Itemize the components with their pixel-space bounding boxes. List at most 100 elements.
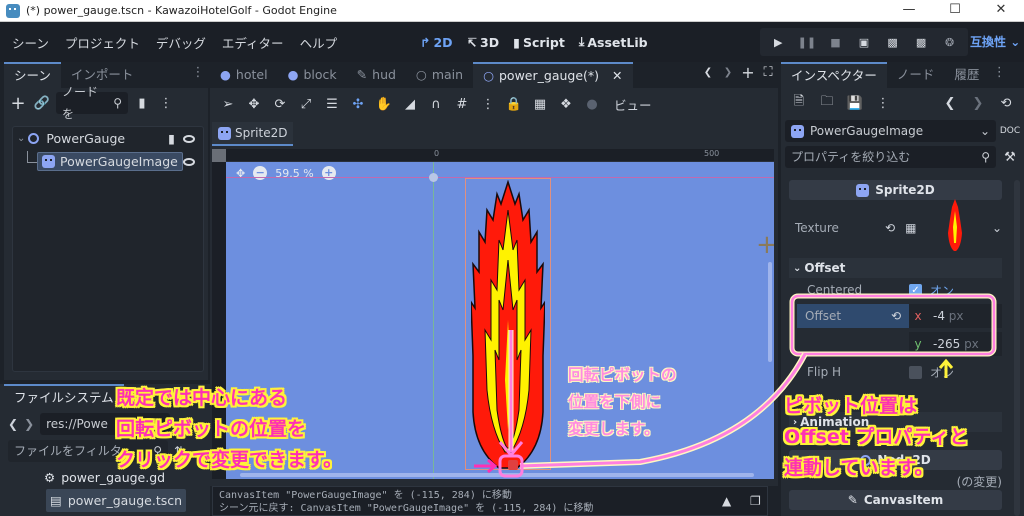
- play-icon[interactable]: ▶: [768, 36, 788, 49]
- play-scene-icon[interactable]: ▩: [883, 36, 903, 49]
- copy-output-icon[interactable]: ❐: [750, 494, 761, 508]
- maximize-button[interactable]: ☐: [932, 0, 978, 22]
- scene-tab-hotel[interactable]: ● hotel: [210, 62, 278, 88]
- horizontal-ruler[interactable]: 0 500: [226, 149, 774, 162]
- open-folder-icon[interactable]: 🗀: [817, 93, 837, 113]
- tab-history[interactable]: 履歴: [944, 62, 989, 88]
- tab-scroll-right-icon[interactable]: ❯: [718, 62, 738, 82]
- close-window-button[interactable]: ✕: [978, 0, 1024, 22]
- class-header-canvasitem[interactable]: ✎ CanvasItem: [789, 490, 1002, 510]
- pause-icon[interactable]: ❚❚: [797, 36, 817, 49]
- add-node-icon[interactable]: +: [8, 93, 28, 114]
- doc-icon[interactable]: DOC: [1000, 121, 1020, 141]
- centered-checkbox[interactable]: ✓: [909, 283, 922, 297]
- scene-tab-power-gauge[interactable]: ○ power_gauge(*) ✕: [473, 62, 633, 88]
- tab-filesystem[interactable]: ファイルシステム: [4, 384, 124, 410]
- back-icon[interactable]: ❮: [8, 417, 18, 431]
- renderer-select[interactable]: 互換性 ⌄: [970, 22, 1020, 62]
- close-tab-icon[interactable]: ✕: [612, 64, 622, 88]
- tree-item-powergauge[interactable]: ⌄ PowerGauge ▮: [13, 127, 203, 150]
- visibility-eye-icon[interactable]: [183, 134, 195, 143]
- object-selector[interactable]: PowerGaugeImage ⌄: [785, 120, 996, 142]
- history-back-icon[interactable]: ❮: [940, 93, 960, 113]
- save-icon[interactable]: 💾: [845, 93, 865, 113]
- movie-maker-icon[interactable]: ❂: [940, 36, 960, 49]
- tab-inspector[interactable]: インスペクター: [781, 62, 887, 88]
- remote-debug-icon[interactable]: ▣: [854, 36, 874, 49]
- workspace-assetlib-button[interactable]: ⤓ AssetLib: [579, 34, 648, 50]
- inspector-scrollbar[interactable]: [1014, 180, 1020, 516]
- tab-node[interactable]: ノード: [887, 62, 945, 88]
- pivot-tool-icon[interactable]: ✣: [348, 94, 368, 114]
- list-select-icon[interactable]: ☰: [322, 94, 342, 114]
- pan-tool-icon[interactable]: ✋: [374, 94, 394, 114]
- scene-tab-hud[interactable]: ✎ hud: [347, 62, 406, 88]
- reset-icon[interactable]: ⟲: [885, 221, 895, 235]
- visibility-eye-icon[interactable]: [183, 157, 195, 166]
- attach-script-icon[interactable]: ▮: [132, 93, 152, 113]
- view-menu-button[interactable]: ビュー: [614, 95, 652, 114]
- dock-menu-icon[interactable]: ⋮: [188, 62, 208, 82]
- menu-help[interactable]: ヘルプ: [292, 33, 346, 52]
- history-forward-icon[interactable]: ❯: [968, 93, 988, 113]
- class-header-sprite2d[interactable]: Sprite2D: [789, 180, 1002, 200]
- ruler-tool-icon[interactable]: ◢: [400, 94, 420, 114]
- recent-history-icon[interactable]: ⟲: [996, 93, 1016, 113]
- offset-y-field[interactable]: -265 px: [927, 332, 1002, 356]
- file-item-selected[interactable]: ▤ power_gauge.tscn: [46, 489, 186, 512]
- workspace-2d-button[interactable]: ↱ 2D: [420, 35, 453, 50]
- dock-menu-icon[interactable]: ⋮: [989, 62, 1009, 82]
- property-offset[interactable]: Offset ⟲ x -4 px: [797, 304, 1002, 328]
- forward-icon[interactable]: ❯: [24, 417, 34, 431]
- node-filter-input[interactable]: ノードを ⚲: [56, 85, 128, 121]
- menu-debug[interactable]: デバッグ: [148, 33, 214, 52]
- play-custom-scene-icon[interactable]: ▩: [911, 36, 931, 49]
- new-resource-icon[interactable]: 🗎: [789, 93, 809, 113]
- workspace-script-button[interactable]: ▮ Script: [513, 35, 565, 50]
- texture-options-icon[interactable]: ▦: [905, 221, 916, 235]
- menu-scene[interactable]: シーン: [4, 33, 57, 52]
- flip-h-checkbox[interactable]: [909, 365, 922, 379]
- rotate-tool-icon[interactable]: ⟳: [270, 94, 290, 114]
- property-filter-input[interactable]: プロパティを絞り込む ⚲: [785, 146, 996, 168]
- scale-tool-icon[interactable]: ⤢: [296, 94, 316, 114]
- bone-icon[interactable]: ❖: [556, 94, 576, 114]
- vertical-scrollbar[interactable]: [768, 262, 772, 362]
- texture-preview[interactable]: [948, 199, 963, 251]
- add-scene-tab-icon[interactable]: +: [738, 62, 758, 82]
- link-icon[interactable]: 🔗: [32, 93, 52, 113]
- scene-tab-block[interactable]: ● block: [278, 62, 347, 88]
- tree-item-powergaugeimage[interactable]: PowerGaugeImage: [13, 150, 203, 173]
- snap-options-icon[interactable]: ⋮: [478, 94, 498, 114]
- grid-snap-icon[interactable]: #: [452, 94, 472, 114]
- more-menu-icon[interactable]: ⋮: [873, 93, 893, 113]
- property-tools-icon[interactable]: ⚒: [1000, 147, 1020, 167]
- menu-project[interactable]: プロジェクト: [57, 33, 148, 52]
- select-tool-icon[interactable]: ➢: [218, 94, 238, 114]
- script-icon[interactable]: ▮: [168, 131, 175, 146]
- property-offset-y[interactable]: y -265 px: [909, 332, 1002, 356]
- distraction-free-icon[interactable]: ⛶: [758, 62, 778, 82]
- group-icon[interactable]: ▦: [530, 94, 550, 114]
- scene-tab-main[interactable]: ○ main: [406, 62, 473, 88]
- tab-scene[interactable]: シーン: [4, 62, 61, 88]
- tab-scroll-left-icon[interactable]: ❮: [698, 62, 718, 82]
- offset-x-field[interactable]: -4 px: [927, 304, 1002, 328]
- property-flip-h[interactable]: Flip H オン: [789, 362, 1002, 382]
- clear-output-icon[interactable]: ▲: [722, 494, 731, 508]
- lock-icon[interactable]: 🔒: [504, 94, 524, 114]
- chevron-down-icon[interactable]: ⌄: [992, 221, 1002, 235]
- pivot-marker[interactable]: [508, 460, 518, 470]
- stop-icon[interactable]: ■: [825, 36, 845, 49]
- workspace-3d-button[interactable]: ↸ 3D: [467, 35, 500, 50]
- smart-snap-icon[interactable]: ∩: [426, 94, 446, 114]
- selected-node[interactable]: PowerGaugeImage: [37, 152, 183, 171]
- flame-sprite[interactable]: [471, 180, 545, 472]
- more-menu-icon[interactable]: ⋮: [156, 93, 176, 113]
- camera-override-icon[interactable]: ●: [582, 94, 602, 114]
- property-texture[interactable]: Texture ⟲ ▦ ⌄: [789, 199, 1002, 251]
- move-tool-icon[interactable]: ✥: [244, 94, 264, 114]
- collapse-chevron-icon[interactable]: ⌄: [17, 133, 25, 144]
- group-offset[interactable]: ⌄ Offset: [789, 258, 1002, 278]
- reset-icon[interactable]: ⟲: [891, 309, 901, 323]
